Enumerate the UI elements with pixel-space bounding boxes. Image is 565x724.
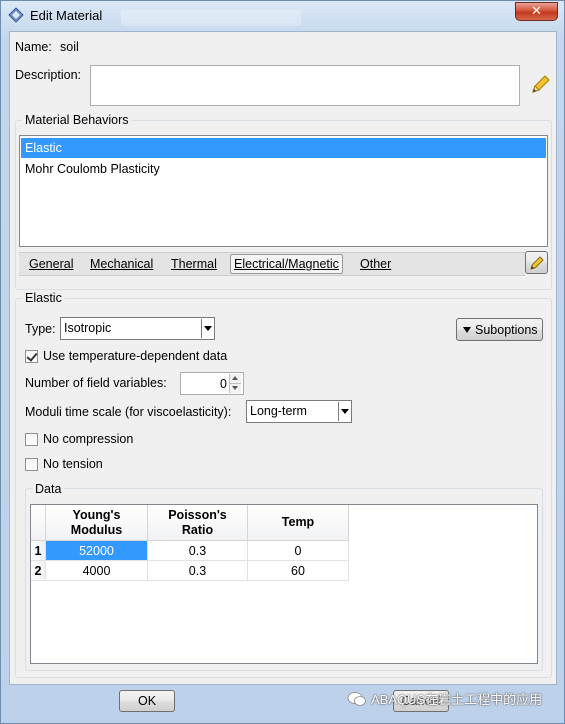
no-tension-label: No tension [43, 457, 103, 471]
close-icon: ✕ [531, 3, 542, 18]
field-vars-spinner[interactable]: 0 [180, 372, 244, 395]
no-compression-label: No compression [43, 432, 134, 446]
table-cell[interactable]: 60 [247, 560, 349, 581]
table-row: 2 4000 0.3 60 [31, 560, 349, 581]
spinner-buttons [229, 374, 242, 393]
suboptions-button[interactable]: Suboptions [456, 318, 543, 341]
table-cell[interactable]: 0.3 [147, 560, 248, 581]
row-header[interactable]: 2 [31, 560, 46, 581]
window-title: Edit Material [30, 8, 103, 23]
title-bar[interactable]: Edit Material ✕ [1, 1, 564, 31]
temp-dependent-checkbox[interactable] [25, 350, 38, 363]
pencil-icon [529, 255, 545, 274]
dropdown-arrow-icon [463, 327, 471, 333]
material-behaviors-title: Material Behaviors [22, 113, 132, 127]
data-title: Data [32, 482, 65, 496]
moduli-label: Moduli time scale (for viscoelasticity): [25, 405, 232, 419]
suboptions-label: Suboptions [475, 323, 538, 337]
spin-up-icon[interactable] [230, 374, 241, 384]
row-header[interactable]: 1 [31, 540, 46, 561]
edit-material-window: Edit Material ✕ Name: soil Description: … [0, 0, 565, 724]
elastic-title: Elastic [22, 291, 65, 305]
watermark-text: ABAQUS在岩土工程中的应用 [371, 692, 543, 707]
close-button[interactable]: ✕ [515, 2, 558, 21]
name-label: Name: [15, 40, 52, 54]
type-value: Isotropic [64, 321, 112, 335]
data-grid: Young's Modulus Poisson's Ratio Temp 1 5… [31, 505, 349, 581]
ok-button[interactable]: OK [119, 690, 175, 712]
type-label: Type: [25, 322, 56, 336]
data-table[interactable]: Young's Modulus Poisson's Ratio Temp 1 5… [30, 504, 538, 664]
behaviors-list[interactable]: Elastic Mohr Coulomb Plasticity [19, 135, 548, 247]
wechat-logo-icon [347, 691, 367, 710]
chevron-down-icon [201, 319, 213, 338]
table-cell[interactable]: 52000 [45, 540, 148, 561]
field-vars-label: Number of field variables: [25, 376, 167, 390]
spin-down-icon[interactable] [230, 384, 241, 393]
column-header-poissons-ratio[interactable]: Poisson's Ratio [147, 505, 248, 541]
no-compression-checkbox[interactable] [25, 433, 38, 446]
table-cell[interactable]: 0 [247, 540, 349, 561]
no-tension-checkbox[interactable] [25, 458, 38, 471]
moduli-value: Long-term [250, 404, 307, 418]
type-select[interactable]: Isotropic [60, 317, 215, 340]
behavior-item-mohr-coulomb[interactable]: Mohr Coulomb Plasticity [21, 159, 546, 179]
table-cell[interactable]: 0.3 [147, 540, 248, 561]
chevron-down-icon [338, 402, 350, 421]
column-header-youngs-modulus[interactable]: Young's Modulus [45, 505, 148, 541]
menu-general[interactable]: General [29, 257, 73, 271]
edit-pencil-icon[interactable] [529, 74, 551, 99]
table-corner [31, 505, 46, 541]
name-value: soil [60, 40, 79, 54]
table-row: 1 52000 0.3 0 [31, 540, 349, 561]
menu-thermal[interactable]: Thermal [171, 257, 217, 271]
menu-electrical-magnetic[interactable]: Electrical/Magnetic [230, 254, 343, 274]
column-header-temp[interactable]: Temp [247, 505, 349, 541]
description-field[interactable] [90, 65, 520, 106]
background-tabs [121, 10, 301, 26]
table-cell[interactable]: 4000 [45, 560, 148, 581]
menu-other[interactable]: Other [360, 257, 391, 271]
moduli-select[interactable]: Long-term [246, 400, 352, 423]
edit-behavior-button[interactable] [525, 251, 548, 274]
dialog-body: Name: soil Description: Material Behavio… [9, 31, 557, 685]
temp-dependent-label: Use temperature-dependent data [43, 349, 228, 363]
description-label: Description: [15, 68, 81, 82]
behavior-item-elastic[interactable]: Elastic [21, 138, 546, 158]
menu-mechanical[interactable]: Mechanical [90, 257, 153, 271]
behavior-menubar: General Mechanical Thermal Electrical/Ma… [19, 252, 525, 276]
field-vars-value: 0 [220, 377, 227, 391]
abaqus-app-icon [8, 7, 24, 26]
